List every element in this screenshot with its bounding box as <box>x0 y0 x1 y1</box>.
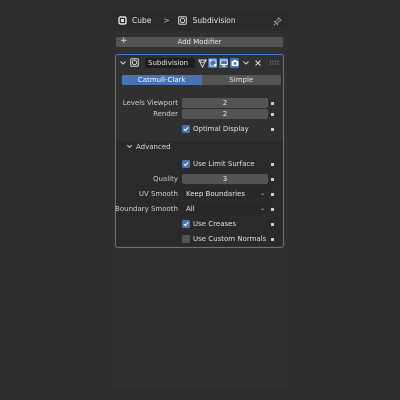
remove-x-icon[interactable] <box>254 59 262 67</box>
optimal-display-label: Optimal Display <box>193 125 249 133</box>
keyframe-dot-icon[interactable] <box>271 102 274 105</box>
levels-viewport-field[interactable]: 2 <box>182 98 268 108</box>
keyframe-dot-icon[interactable] <box>271 128 274 131</box>
quality-label: Quality <box>152 175 178 183</box>
edit-mode-toggle[interactable] <box>198 58 207 68</box>
editmode-cage-toggle[interactable] <box>208 58 217 68</box>
viewport-display-toggle[interactable] <box>219 58 228 68</box>
drag-handle-icon[interactable] <box>269 60 279 66</box>
breadcrumb-modifier-name: Subdivision <box>192 16 236 25</box>
use-creases-label: Use Creases <box>193 220 237 228</box>
use-custom-normals-label: Use Custom Normals <box>193 235 267 243</box>
editmode-cage-icon <box>208 59 217 67</box>
boundary-smooth-value: All <box>186 205 195 213</box>
add-modifier-button[interactable]: + Add Modifier <box>116 36 283 47</box>
breadcrumb-separator: > <box>163 16 170 25</box>
render-camera-icon <box>231 59 239 67</box>
subdivision-modifier-icon <box>130 58 139 67</box>
keyframe-dot-icon[interactable] <box>271 193 274 196</box>
modifier-name-field[interactable]: Subdivision <box>145 58 195 68</box>
optimal-display-row: Optimal Display <box>116 124 283 134</box>
checkmark-icon <box>183 221 189 227</box>
advanced-header[interactable]: Advanced <box>136 142 171 152</box>
edit-mode-icon <box>198 59 207 68</box>
use-creases-row: Use Creases <box>116 219 283 229</box>
breadcrumb: Cube > Subdivision <box>113 10 287 31</box>
boundary-smooth-row: Boundary Smooth All ⌄ <box>115 204 283 214</box>
cube-icon <box>117 16 127 26</box>
chevron-down-icon: ⌄ <box>259 190 265 197</box>
subdivision-modifier-icon <box>178 16 188 26</box>
render-levels-field[interactable]: 2 <box>182 109 268 119</box>
collapse-chevron-icon[interactable] <box>119 59 127 67</box>
modifier-header: Subdivision <box>116 55 283 69</box>
render-levels-row: Render 2 <box>116 109 283 119</box>
render-label: Render <box>153 110 178 118</box>
tab-simple[interactable]: Simple <box>202 75 282 85</box>
use-limit-surface-label: Use Limit Surface <box>193 160 255 168</box>
boundary-smooth-label: Boundary Smooth <box>115 205 178 213</box>
uv-smooth-label: UV Smooth <box>138 190 178 198</box>
quality-row: Quality 3 <box>116 174 283 184</box>
tab-catmull-clark[interactable]: Catmull-Clark <box>122 75 202 85</box>
use-limit-surface-checkbox[interactable] <box>182 160 190 168</box>
keyframe-dot-icon[interactable] <box>271 113 274 116</box>
use-limit-surface-row: Use Limit Surface <box>116 159 283 169</box>
add-modifier-label: Add Modifier <box>177 38 222 46</box>
uv-smooth-row: UV Smooth Keep Boundaries ⌄ <box>116 189 283 199</box>
levels-viewport-row: Levels Viewport 2 <box>116 98 283 108</box>
boundary-smooth-dropdown[interactable]: All ⌄ <box>182 204 268 214</box>
dropdown-chevron-icon[interactable] <box>242 59 250 67</box>
chevron-down-icon: ⌄ <box>259 205 265 212</box>
keyframe-dot-icon[interactable] <box>271 178 274 181</box>
levels-viewport-label: Levels Viewport <box>122 99 178 107</box>
subdivision-modifier-panel: Subdivision Catmull-Clark Simple Levels … <box>115 54 284 248</box>
checkmark-icon <box>183 126 189 132</box>
pin-icon[interactable] <box>272 16 282 26</box>
keyframe-dot-icon[interactable] <box>271 163 274 166</box>
viewport-display-icon <box>219 59 228 67</box>
optimal-display-checkbox[interactable] <box>182 125 190 133</box>
use-custom-normals-row: Use Custom Normals <box>116 234 283 244</box>
keyframe-dot-icon[interactable] <box>271 208 274 211</box>
breadcrumb-object-name: Cube <box>132 16 152 25</box>
checkmark-icon <box>183 161 189 167</box>
use-creases-checkbox[interactable] <box>182 220 190 228</box>
keyframe-dot-icon[interactable] <box>271 223 274 226</box>
plus-icon: + <box>120 36 128 46</box>
properties-panel: Cube > Subdivision + Add Modifier Subdiv… <box>113 10 287 388</box>
render-toggle[interactable] <box>230 58 239 68</box>
uv-smooth-value: Keep Boundaries <box>186 190 245 198</box>
uv-smooth-dropdown[interactable]: Keep Boundaries ⌄ <box>182 189 268 199</box>
use-custom-normals-checkbox[interactable] <box>182 235 190 243</box>
expand-chevron-icon[interactable] <box>126 143 133 150</box>
keyframe-dot-icon[interactable] <box>271 238 274 241</box>
subdivision-type-selector: Catmull-Clark Simple <box>122 75 281 85</box>
quality-field[interactable]: 3 <box>182 174 268 184</box>
